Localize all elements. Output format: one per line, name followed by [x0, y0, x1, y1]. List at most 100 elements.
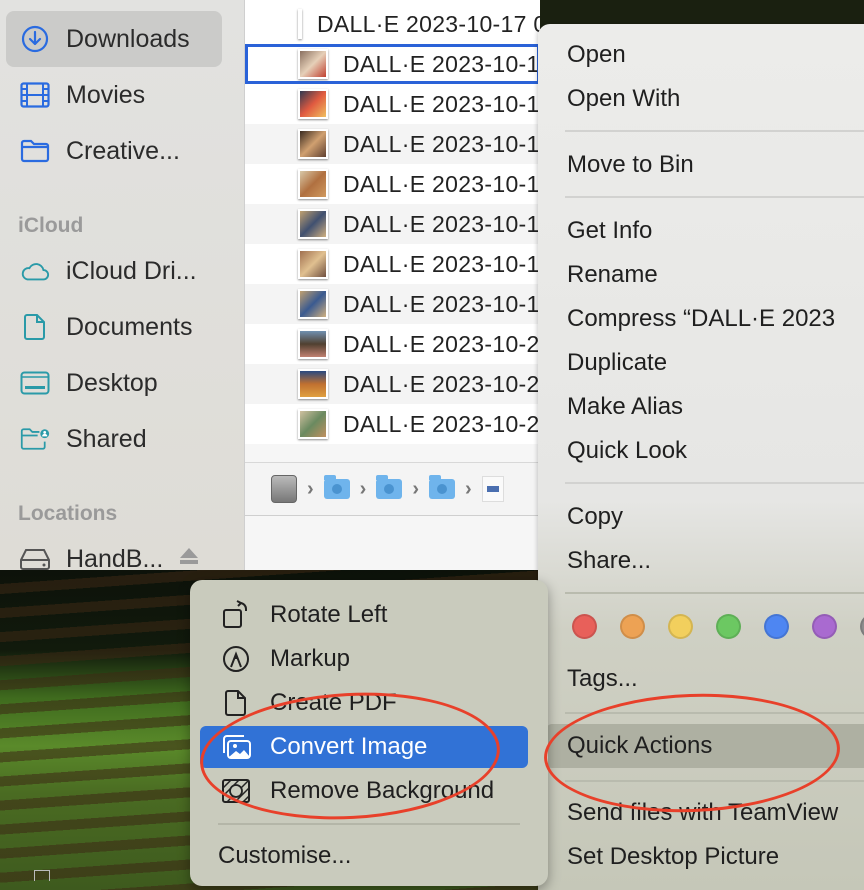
submenu-separator	[218, 823, 520, 825]
file-row[interactable]: DALL·E 2023-10-17 09.00.11 - Dra... a tu…	[245, 4, 540, 44]
file-row[interactable]: DALL·E 2023-10-2	[245, 364, 540, 404]
path-user-folder-icon[interactable]	[323, 475, 350, 499]
menu-item-move-to-bin[interactable]: Move to Bin	[567, 151, 694, 179]
finder-sidebar: Downloads Movies Creative... iCloud iClo…	[0, 0, 245, 570]
path-bar: › › › ›	[245, 462, 540, 516]
rotate-left-icon	[220, 599, 252, 631]
file-name: DALL·E 2023-10-1	[343, 50, 540, 77]
file-name: DALL·E 2023-10-1	[343, 290, 540, 317]
file-row[interactable]: DALL·E 2023-10-1	[245, 164, 540, 204]
file-row[interactable]: DALL·E 2023-10-1	[245, 244, 540, 284]
menu-item-quick-look[interactable]: Quick Look	[567, 437, 687, 465]
shared-folder-icon	[20, 424, 50, 454]
download-icon	[20, 24, 50, 54]
image-thumbnail	[298, 329, 328, 359]
file-name: DALL·E 2023-10-1	[343, 210, 540, 237]
path-downloads-folder-icon[interactable]	[429, 475, 456, 499]
eject-icon[interactable]	[178, 546, 200, 570]
sidebar-item-movies[interactable]: Movies	[6, 67, 222, 123]
menu-item-open[interactable]: Open	[567, 41, 626, 69]
file-name: DALL·E 2023-10-2	[343, 410, 540, 437]
tag-green[interactable]	[716, 614, 741, 639]
sidebar-item-shared[interactable]: Shared	[6, 411, 222, 467]
submenu-item-customise[interactable]: Customise...	[218, 842, 351, 870]
menu-separator	[565, 592, 864, 594]
path-drive-icon[interactable]	[271, 475, 297, 503]
menu-item-share[interactable]: Share...	[567, 547, 651, 575]
tag-red[interactable]	[572, 614, 597, 639]
sidebar-item-label: Creative...	[66, 136, 180, 165]
submenu-item-markup[interactable]: Markup	[220, 638, 540, 680]
path-file-icon[interactable]	[481, 476, 504, 502]
file-list: DALL·E 2023-10-17 09.00.11 - Dra... a tu…	[245, 0, 540, 444]
menu-item-open-with[interactable]: Open With	[567, 85, 680, 113]
sidebar-item-documents[interactable]: Documents	[6, 299, 222, 355]
sidebar-item-label: Desktop	[66, 368, 158, 397]
folder-icon	[20, 136, 50, 166]
drive-icon	[20, 544, 50, 570]
sidebar-heading-icloud: iCloud	[18, 214, 84, 237]
finder-window: Downloads Movies Creative... iCloud iClo…	[0, 0, 540, 570]
chevron-right-icon: ›	[412, 477, 420, 500]
menu-item-compress[interactable]: Compress “DALL·E 2023	[567, 305, 835, 333]
menu-item-tags[interactable]: Tags...	[567, 665, 638, 693]
chevron-right-icon: ›	[359, 477, 367, 500]
sidebar-item-label: Movies	[66, 80, 146, 109]
path-home-folder-icon[interactable]	[376, 475, 403, 499]
sidebar-item-creative[interactable]: Creative...	[6, 123, 222, 179]
image-thumbnail	[298, 289, 328, 319]
cloud-icon	[20, 256, 50, 286]
image-thumbnail	[298, 249, 328, 279]
menu-item-duplicate[interactable]: Duplicate	[567, 349, 667, 377]
desktop-icon-marker	[34, 870, 50, 881]
submenu-item-rotate-left[interactable]: Rotate Left	[220, 594, 540, 636]
image-thumbnail	[298, 369, 328, 399]
menu-separator	[565, 482, 864, 484]
tag-color-row	[572, 614, 864, 639]
submenu-item-label: Rotate Left	[270, 601, 388, 628]
file-row[interactable]: DALL·E 2023-10-1	[245, 124, 540, 164]
file-row[interactable]: DALL·E 2023-10-1	[245, 204, 540, 244]
tag-orange[interactable]	[620, 614, 645, 639]
menu-item-make-alias[interactable]: Make Alias	[567, 393, 683, 421]
file-row[interactable]: DALL·E 2023-10-2	[245, 324, 540, 364]
tag-blue[interactable]	[764, 614, 789, 639]
image-thumbnail	[298, 209, 328, 239]
menu-item-rename[interactable]: Rename	[567, 261, 658, 289]
sidebar-item-label: Shared	[66, 424, 147, 453]
tag-yellow[interactable]	[668, 614, 693, 639]
file-row[interactable]: DALL·E 2023-10-1	[245, 84, 540, 124]
file-row-selected[interactable]: DALL·E 2023-10-1	[245, 44, 540, 84]
document-icon	[20, 312, 50, 342]
tag-purple[interactable]	[812, 614, 837, 639]
menu-separator	[565, 130, 864, 132]
sidebar-item-label: iCloud Dri...	[66, 256, 197, 285]
sidebar-heading-locations: Locations	[18, 502, 118, 525]
menu-separator	[565, 196, 864, 198]
file-name: DALL·E 2023-10-17 09.00.11 - Dra... a tu…	[317, 10, 540, 37]
file-name: DALL·E 2023-10-2	[343, 370, 540, 397]
menu-item-copy[interactable]: Copy	[567, 503, 623, 531]
menu-item-set-desktop-picture[interactable]: Set Desktop Picture	[567, 843, 779, 871]
menu-item-get-info[interactable]: Get Info	[567, 217, 652, 245]
desktop-icon	[20, 368, 50, 398]
sidebar-item-label: Documents	[66, 312, 193, 341]
file-name: DALL·E 2023-10-1	[343, 90, 540, 117]
sidebar-item-downloads[interactable]: Downloads	[6, 11, 222, 67]
image-thumbnail	[298, 9, 302, 39]
chevron-right-icon: ›	[465, 477, 472, 500]
file-row[interactable]: DALL·E 2023-10-1	[245, 284, 540, 324]
file-row[interactable]: DALL·E 2023-10-2	[245, 404, 540, 444]
sidebar-item-desktop[interactable]: Desktop	[6, 355, 222, 411]
file-name: DALL·E 2023-10-2	[343, 330, 540, 357]
image-thumbnail	[298, 409, 328, 439]
file-name: DALL·E 2023-10-1	[343, 250, 540, 277]
sidebar-item-icloud-drive[interactable]: iCloud Dri...	[6, 243, 222, 299]
image-thumbnail	[298, 49, 328, 79]
file-name: DALL·E 2023-10-1	[343, 130, 540, 157]
tag-grey[interactable]	[860, 614, 864, 639]
sidebar-item-label: Downloads	[66, 24, 190, 53]
submenu-item-label: Markup	[270, 645, 351, 672]
image-thumbnail	[298, 169, 328, 199]
chevron-right-icon: ›	[307, 477, 314, 500]
